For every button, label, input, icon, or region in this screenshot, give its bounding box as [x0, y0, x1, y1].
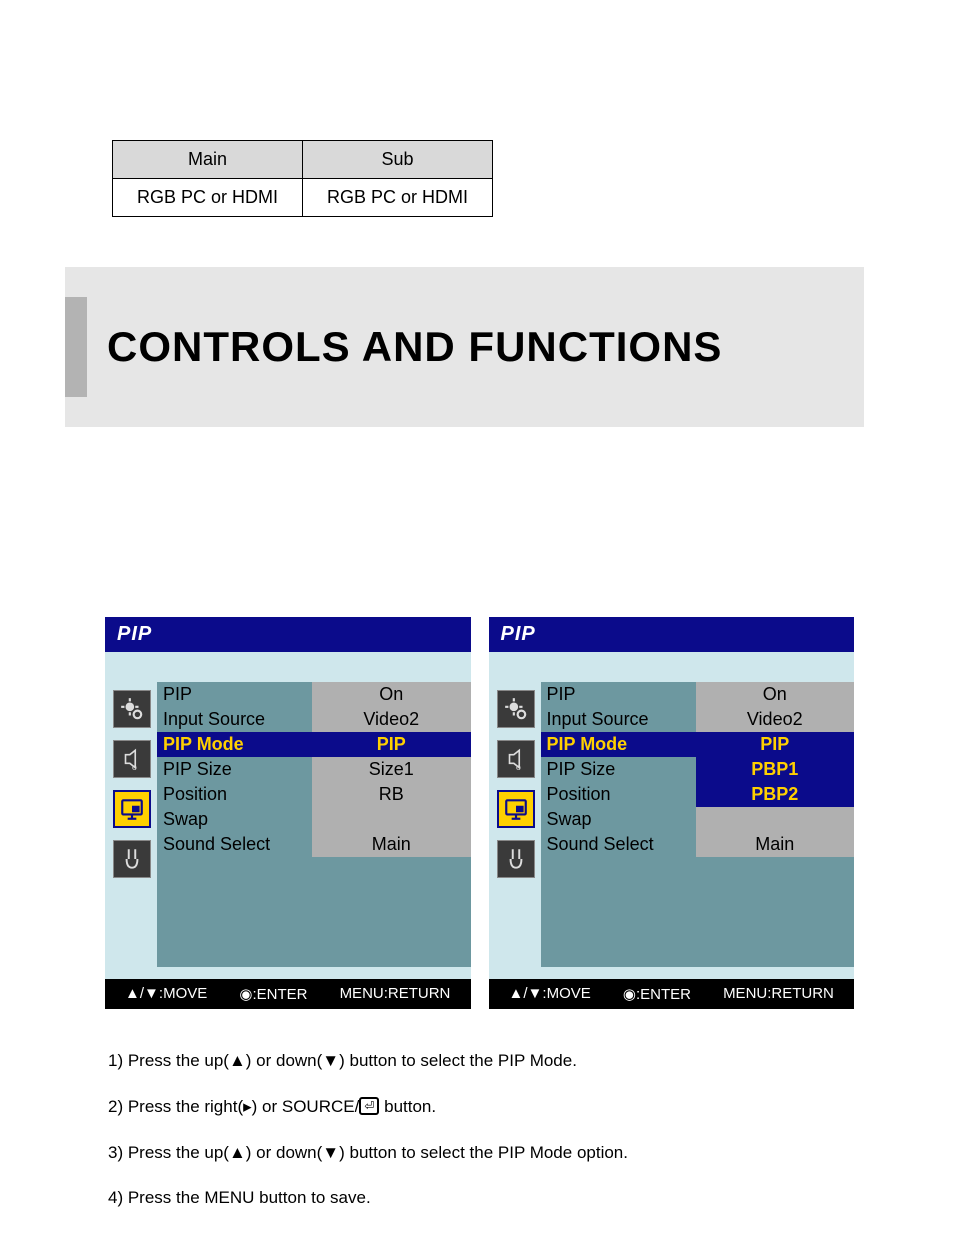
setup-icon[interactable]: [113, 840, 151, 878]
menu-label: Swap: [157, 807, 312, 832]
instruction-step-1: 1) Press the up(▲) or down(▼) button to …: [108, 1049, 854, 1073]
menu-value: Main: [312, 832, 471, 857]
svg-text:o: o: [132, 762, 137, 772]
menu-value: Size1: [312, 757, 471, 782]
table-cell-sub: RGB PC or HDMI: [303, 179, 493, 217]
table-head-main: Main: [113, 141, 303, 179]
menu-row-pip[interactable]: PIP On: [157, 682, 471, 707]
svg-text:o: o: [516, 762, 521, 772]
source-table: Main Sub RGB PC or HDMI RGB PC or HDMI: [112, 140, 493, 217]
osd-title: PIP: [105, 617, 471, 652]
menu-row-pip-size[interactable]: PIP Size Size1: [157, 757, 471, 782]
footer-enter: ◉:ENTER: [239, 985, 307, 1003]
osd-footer: ▲/▼:MOVE ◉:ENTER MENU:RETURN: [489, 979, 855, 1009]
osd-sidebar: o: [105, 682, 157, 967]
menu-row-swap[interactable]: Swap: [541, 807, 855, 832]
menu-row-pip-mode[interactable]: PIP Mode PIP: [541, 732, 855, 757]
footer-return: MENU:RETURN: [340, 985, 451, 1003]
osd-menu: PIP On Input Source Video2 PIP Mode PIP …: [157, 682, 471, 967]
section-heading-band: CONTROLS AND FUNCTIONS: [65, 267, 864, 427]
osd-sidebar: o: [489, 682, 541, 967]
osd-menu: PIP On Input Source Video2 PIP Mode PIP …: [541, 682, 855, 967]
menu-label: Sound Select: [157, 832, 312, 857]
pip-icon[interactable]: [113, 790, 151, 828]
menu-row-sound-select[interactable]: Sound Select Main: [157, 832, 471, 857]
menu-label: PIP Mode: [157, 732, 312, 757]
menu-label: PIP: [157, 682, 312, 707]
menu-label: Input Source: [541, 707, 696, 732]
footer-move: ▲/▼:MOVE: [509, 985, 591, 1003]
menu-label: PIP Size: [541, 757, 696, 782]
menu-value: [696, 807, 855, 832]
menu-value: On: [696, 682, 855, 707]
menu-label: PIP Mode: [541, 732, 696, 757]
audio-icon[interactable]: o: [497, 740, 535, 778]
menu-value: [312, 807, 471, 832]
menu-label: PIP Size: [157, 757, 312, 782]
menu-row-swap[interactable]: Swap: [157, 807, 471, 832]
osd-panel-left: PIP o: [105, 617, 471, 1009]
menu-row-pip[interactable]: PIP On: [541, 682, 855, 707]
instructions-block: 1) Press the up(▲) or down(▼) button to …: [108, 1049, 854, 1210]
menu-label: Swap: [541, 807, 696, 832]
menu-value: Video2: [312, 707, 471, 732]
menu-label: Position: [541, 782, 696, 807]
menu-value: PBP2: [696, 782, 855, 807]
table-head-sub: Sub: [303, 141, 493, 179]
heading-accent-bar: [65, 297, 87, 397]
osd-footer: ▲/▼:MOVE ◉:ENTER MENU:RETURN: [105, 979, 471, 1009]
footer-enter: ◉:ENTER: [623, 985, 691, 1003]
section-heading: CONTROLS AND FUNCTIONS: [107, 323, 722, 371]
instruction-step-3: 3) Press the up(▲) or down(▼) button to …: [108, 1141, 854, 1165]
menu-value: RB: [312, 782, 471, 807]
audio-icon[interactable]: o: [113, 740, 151, 778]
menu-value: On: [312, 682, 471, 707]
menu-value: Video2: [696, 707, 855, 732]
menu-row-input-source[interactable]: Input Source Video2: [157, 707, 471, 732]
setup-icon[interactable]: [497, 840, 535, 878]
enter-icon: ⏎: [359, 1097, 379, 1115]
menu-row-position[interactable]: Position PBP2: [541, 782, 855, 807]
instruction-step-4: 4) Press the MENU button to save.: [108, 1186, 854, 1210]
brightness-icon[interactable]: [113, 690, 151, 728]
footer-move: ▲/▼:MOVE: [125, 985, 207, 1003]
instruction-step-2: 2) Press the right(▸) or SOURCE/⏎ button…: [108, 1095, 854, 1119]
menu-value: PBP1: [696, 757, 855, 782]
menu-value: PIP: [312, 732, 471, 757]
menu-row-pip-mode[interactable]: PIP Mode PIP: [157, 732, 471, 757]
menu-value: PIP: [696, 732, 855, 757]
osd-title: PIP: [489, 617, 855, 652]
footer-return: MENU:RETURN: [723, 985, 834, 1003]
menu-label: Sound Select: [541, 832, 696, 857]
menu-row-pip-size[interactable]: PIP Size PBP1: [541, 757, 855, 782]
brightness-icon[interactable]: [497, 690, 535, 728]
menu-value: Main: [696, 832, 855, 857]
menu-label: PIP: [541, 682, 696, 707]
menu-row-sound-select[interactable]: Sound Select Main: [541, 832, 855, 857]
table-cell-main: RGB PC or HDMI: [113, 179, 303, 217]
osd-panel-right: PIP o: [489, 617, 855, 1009]
pip-icon[interactable]: [497, 790, 535, 828]
menu-label: Position: [157, 782, 312, 807]
menu-row-input-source[interactable]: Input Source Video2: [541, 707, 855, 732]
menu-label: Input Source: [157, 707, 312, 732]
menu-row-position[interactable]: Position RB: [157, 782, 471, 807]
